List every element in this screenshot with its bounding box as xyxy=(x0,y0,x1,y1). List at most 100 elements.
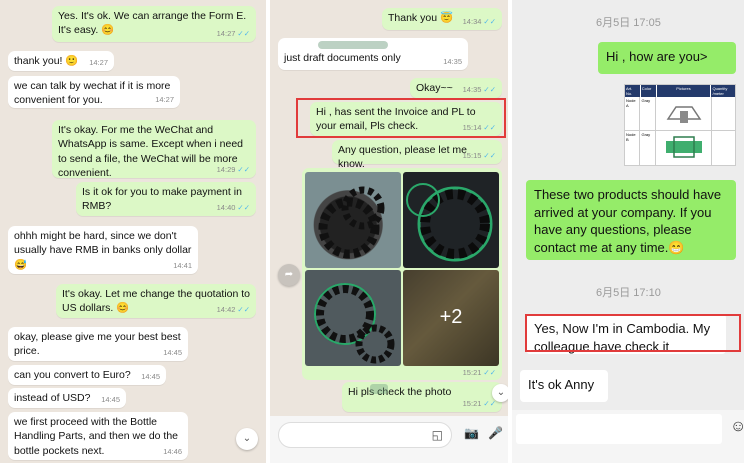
highlight-box xyxy=(525,314,741,352)
table-header: Pictures xyxy=(657,85,712,97)
message-bubble[interactable]: These two products should have arrived a… xyxy=(526,180,736,260)
table-header: Art. No. xyxy=(625,85,641,97)
message-bubble[interactable]: okay, please give me your best best pric… xyxy=(8,327,188,361)
message-text: we first proceed with the Bottle Handlin… xyxy=(14,416,179,457)
message-bubble[interactable]: Is it ok for you to make payment in RMB?… xyxy=(76,182,256,216)
scroll-down-button[interactable]: ⌄ xyxy=(492,384,508,402)
message-time: 14:35 xyxy=(462,84,482,94)
message-bubble[interactable]: Hi , how are you> xyxy=(598,42,736,74)
input-area: ☺ xyxy=(512,410,744,463)
message-time: 14:34 xyxy=(462,16,482,26)
message-text: Hi , how are you> xyxy=(606,49,708,64)
table-cell: Node A xyxy=(625,97,641,130)
message-time: 14:27 xyxy=(155,94,174,104)
message-bubble[interactable]: It's okay. Let me change the quotation t… xyxy=(56,284,256,318)
message-bubble[interactable]: we can talk by wechat if it is more conv… xyxy=(8,76,180,108)
forward-icon: ➦ xyxy=(284,269,294,280)
table-row: Node A Gray xyxy=(625,97,735,131)
message-bubble[interactable]: It's okay. For me the WeChat and WhatsAp… xyxy=(52,120,256,179)
table-cell: Gray xyxy=(640,131,656,165)
message-input[interactable]: ◱ xyxy=(278,422,452,448)
message-time: 14:40 xyxy=(216,202,236,212)
photo-thumbnail[interactable] xyxy=(305,172,401,268)
message-time: 14:45 xyxy=(163,347,182,357)
message-bubble[interactable]: just draft documents only 14:35 xyxy=(278,38,468,70)
message-time: 15:15 xyxy=(462,150,482,160)
message-time: 15:21 xyxy=(462,398,482,408)
chevron-down-icon: ⌄ xyxy=(242,433,252,444)
message-bubble[interactable]: ohhh might be hard, since we don't usual… xyxy=(8,226,198,274)
photo-album[interactable]: +2 15:21 ✓✓ xyxy=(302,168,502,380)
message-time: 14:27 xyxy=(89,57,108,67)
message-bubble[interactable]: instead of USD? 14:45 xyxy=(8,388,126,408)
message-bubble[interactable]: Yes. It's ok. We can arrange the Form E.… xyxy=(52,6,256,42)
sticker-icon[interactable]: ◱ xyxy=(432,428,443,442)
read-receipt-icon: ✓✓ xyxy=(237,202,250,212)
gear-part-image xyxy=(406,183,493,262)
read-receipt-icon: ✓✓ xyxy=(483,84,496,94)
table-cell: Gray xyxy=(640,97,656,130)
message-text: can you convert to Euro? xyxy=(14,369,131,381)
message-input[interactable] xyxy=(516,414,722,444)
product-picture xyxy=(656,97,712,130)
whatsapp-chat-panel-2: Thank you 😇 14:34 ✓✓ just draft documents… xyxy=(270,0,508,463)
product-picture xyxy=(656,131,712,165)
message-bubble[interactable]: we first proceed with the Bottle Handlin… xyxy=(8,412,188,460)
message-time: 14:35 xyxy=(443,56,462,66)
message-time: 14:29 xyxy=(216,164,236,174)
message-time: 14:45 xyxy=(141,371,160,381)
message-time: 14:42 xyxy=(216,304,236,314)
message-text: just draft documents only xyxy=(284,52,401,64)
date-separator: 6月5日 17:10 xyxy=(596,287,661,299)
message-bubble[interactable]: thank you! 🙂 14:27 xyxy=(8,51,114,71)
read-receipt-icon: ✓✓ xyxy=(237,304,250,314)
table-header: Quantity /meter xyxy=(712,86,728,96)
scroll-down-button[interactable]: ⌄ xyxy=(236,428,258,450)
photo-thumbnail-more[interactable]: +2 xyxy=(403,270,499,366)
message-time: 14:45 xyxy=(101,394,120,404)
chevron-down-icon: ⌄ xyxy=(496,387,506,398)
photo-thumbnail[interactable] xyxy=(305,270,401,366)
message-text: These two products should have arrived a… xyxy=(534,187,722,255)
panel-divider xyxy=(508,0,512,463)
emoji-icon[interactable]: ☺ xyxy=(730,418,744,436)
blurred-name xyxy=(370,384,388,394)
camera-icon[interactable]: 📷 xyxy=(464,426,479,440)
product-table-image[interactable]: Art. No. Color Pictures Quantity /meter … xyxy=(624,84,736,166)
message-time: 14:41 xyxy=(173,260,192,270)
read-receipt-icon: ✓✓ xyxy=(483,150,496,160)
message-bubble[interactable]: can you convert to Euro? 14:45 xyxy=(8,365,166,385)
read-receipt-icon: ✓✓ xyxy=(483,16,496,26)
read-receipt-icon: ✓✓ xyxy=(237,164,250,174)
message-time: 14:27 xyxy=(216,28,236,38)
message-text: It's ok Anny xyxy=(528,377,595,392)
read-receipt-icon: ✓✓ xyxy=(483,398,496,408)
more-photos-count: +2 xyxy=(439,306,463,328)
read-receipt-icon: ✓✓ xyxy=(237,28,250,38)
message-text: we can talk by wechat if it is more conv… xyxy=(14,80,171,107)
blurred-name xyxy=(318,41,388,49)
microphone-icon[interactable]: 🎤 xyxy=(488,426,503,440)
whatsapp-chat-panel-1: Yes. It's ok. We can arrange the Form E.… xyxy=(0,0,266,463)
message-bubble[interactable]: Thank you 😇 14:34 ✓✓ xyxy=(382,8,502,30)
read-receipt-icon: ✓✓ xyxy=(483,368,496,377)
message-text: ohhh might be hard, since we don't usual… xyxy=(14,230,192,271)
input-area: ◱ 📷 🎤 xyxy=(270,416,508,463)
date-separator: 6月5日 17:05 xyxy=(596,17,661,29)
table-row: Node B Gray xyxy=(625,131,735,165)
panel-divider xyxy=(266,0,270,463)
photo-thumbnail[interactable] xyxy=(403,172,499,268)
message-time: 15:21 xyxy=(462,368,482,377)
message-time: 14:46 xyxy=(163,446,182,456)
message-bubble[interactable]: Hi pls check the photo 15:21 ✓✓ xyxy=(342,382,502,412)
highlight-box xyxy=(296,98,506,138)
table-cell: Node B xyxy=(625,131,641,165)
gear-part-image xyxy=(314,283,395,364)
wechat-chat-panel: 6月5日 17:05 Hi , how are you> Art. No. Co… xyxy=(512,0,744,463)
forward-button[interactable]: ➦ xyxy=(278,264,300,286)
gear-part-image xyxy=(318,186,385,259)
table-header-row: Art. No. Color Pictures Quantity /meter xyxy=(625,85,735,97)
message-bubble[interactable]: It's ok Anny xyxy=(520,370,608,402)
message-bubble[interactable]: Any question, please let me know. 15:15 ✓… xyxy=(332,140,502,170)
message-bubble[interactable]: Okay~~ 14:35 ✓✓ xyxy=(410,78,502,98)
